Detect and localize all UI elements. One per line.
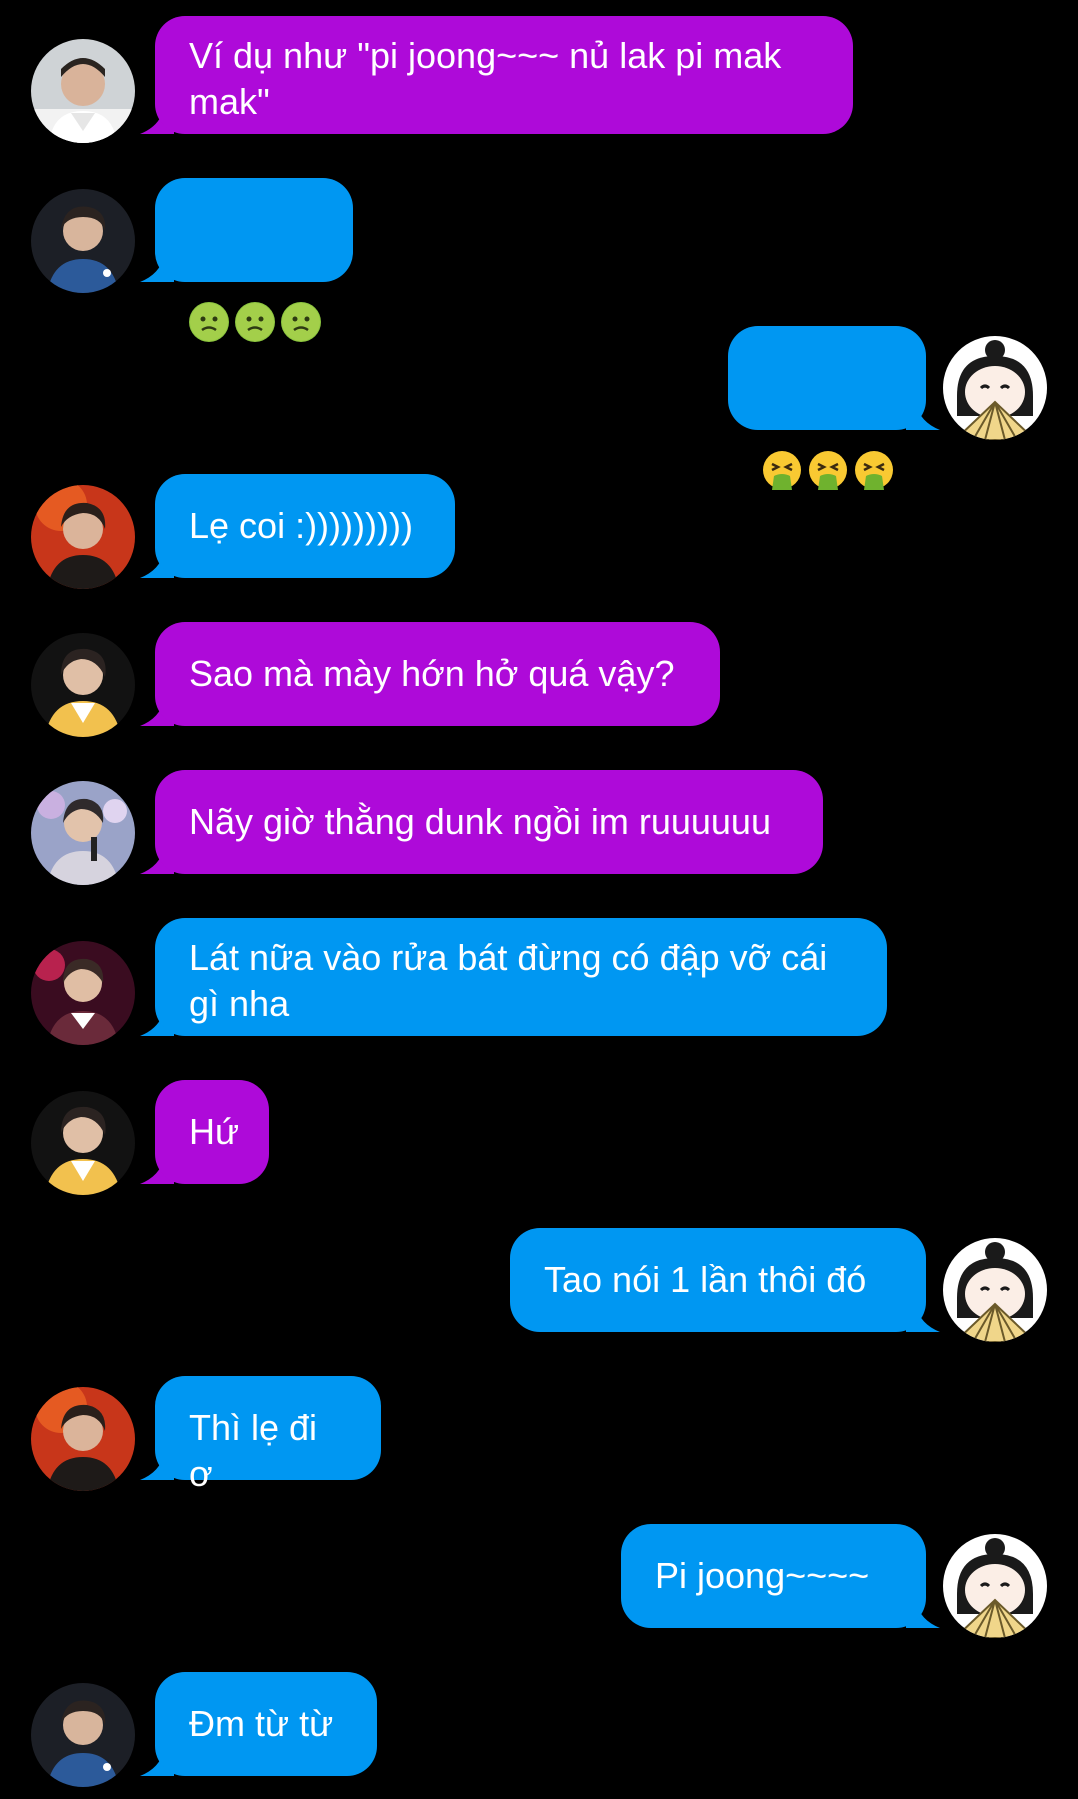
message-row: Lát nữa vào rửa bát đừng có đập vỡ cái g… bbox=[0, 918, 1078, 1045]
message-row: Ví dụ như "pi joong~~~ nủ lak pi mak mak… bbox=[0, 16, 1078, 143]
message-row: Hứ bbox=[0, 1080, 1078, 1195]
avatar[interactable] bbox=[943, 336, 1047, 440]
avatar[interactable] bbox=[31, 781, 135, 885]
message-bubble[interactable]: Nãy giờ thằng dunk ngồi im ruuuuuu bbox=[155, 770, 823, 874]
message-row bbox=[0, 326, 1078, 490]
message-row: Tao nói 1 lần thôi đó bbox=[0, 1228, 1078, 1342]
avatar[interactable] bbox=[31, 39, 135, 143]
message-bubble[interactable] bbox=[155, 178, 353, 342]
message-bubble[interactable]: Thì lẹ đi ơ bbox=[155, 1376, 381, 1494]
message-row: Lẹ coi :))))))))) bbox=[0, 474, 1078, 589]
avatar[interactable] bbox=[943, 1238, 1047, 1342]
avatar[interactable] bbox=[31, 189, 135, 293]
message-bubble[interactable]: Lẹ coi :))))))))) bbox=[155, 474, 455, 578]
message-bubble[interactable]: Pi joong~~~~ bbox=[621, 1524, 926, 1628]
avatar[interactable] bbox=[31, 485, 135, 589]
message-row: Nãy giờ thằng dunk ngồi im ruuuuuu bbox=[0, 770, 1078, 885]
message-row: Đm từ từ bbox=[0, 1672, 1078, 1787]
avatar[interactable] bbox=[31, 941, 135, 1045]
avatar[interactable] bbox=[31, 1387, 135, 1491]
message-bubble[interactable] bbox=[728, 326, 926, 490]
message-bubble[interactable]: Ví dụ như "pi joong~~~ nủ lak pi mak mak… bbox=[155, 16, 853, 134]
message-bubble[interactable]: Hứ bbox=[155, 1080, 269, 1184]
message-bubble[interactable]: Tao nói 1 lần thôi đó bbox=[510, 1228, 926, 1332]
message-row bbox=[0, 178, 1078, 342]
avatar[interactable] bbox=[31, 633, 135, 737]
avatar[interactable] bbox=[31, 1091, 135, 1195]
message-bubble[interactable]: Sao mà mày hớn hở quá vậy? bbox=[155, 622, 720, 726]
message-bubble[interactable]: Lát nữa vào rửa bát đừng có đập vỡ cái g… bbox=[155, 918, 887, 1036]
message-row: Sao mà mày hớn hở quá vậy? bbox=[0, 622, 1078, 737]
message-row: Thì lẹ đi ơ bbox=[0, 1376, 1078, 1494]
message-bubble[interactable]: Đm từ từ bbox=[155, 1672, 377, 1776]
avatar[interactable] bbox=[31, 1683, 135, 1787]
message-row: Pi joong~~~~ bbox=[0, 1524, 1078, 1638]
avatar[interactable] bbox=[943, 1534, 1047, 1638]
